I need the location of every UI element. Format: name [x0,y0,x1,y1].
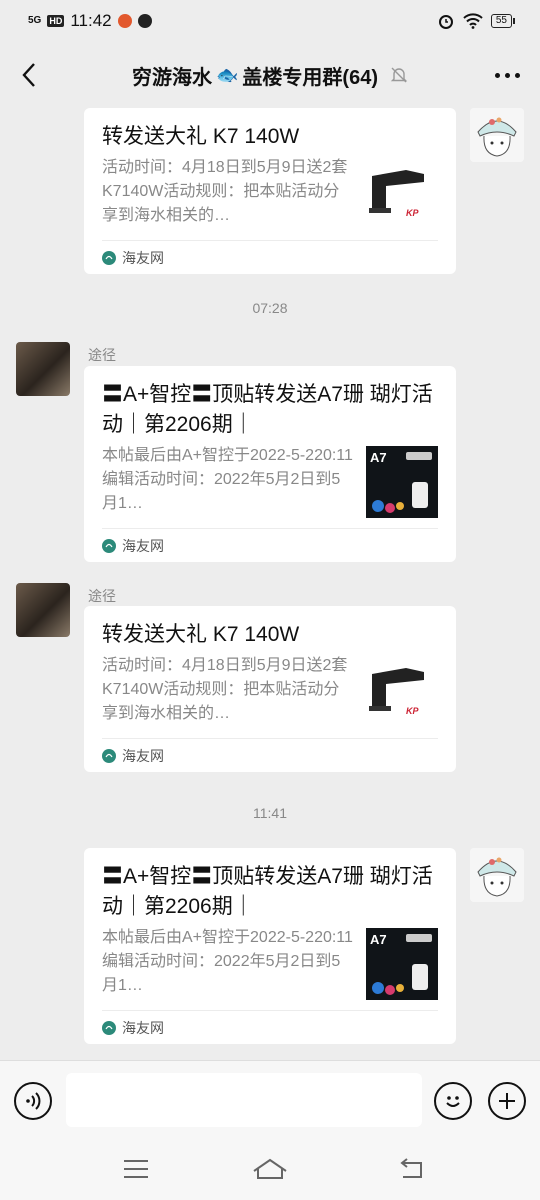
link-card-source: 海友网 [102,1010,438,1044]
back-arrow-icon [400,1158,422,1178]
source-logo-icon [102,1020,116,1035]
link-card[interactable]: 转发送大礼 K7 140W 活动时间：4月18日到5月9日送2套K7140W活动… [84,108,456,274]
thumb-brand-text: KP [406,208,419,218]
link-card-description: 本帖最后由A+智控于2022-5-220:11编辑活动时间：2022年5月2日到… [102,929,353,994]
battery-indicator: 55 [490,14,516,28]
chat-title: 穷游海水 🐟 盖楼专用群(64) [132,61,408,90]
thumb-brand-text: KP [406,706,419,716]
fish-emoji: 🐟 [216,64,239,85]
sender-avatar[interactable] [16,342,70,396]
more-dot [515,72,520,78]
system-nav-bar [0,1140,540,1200]
source-logo-icon [102,748,116,763]
chat-area[interactable]: 转发送大礼 K7 140W 活动时间：4月18日到5月9日送2套K7140W活动… [0,108,540,1060]
sender-name: 途径 [88,347,116,363]
aquarium-light-image: KP [366,158,438,230]
status-time: 11:42 [70,11,112,30]
link-card-source: 海友网 [102,240,438,274]
plus-icon [499,1093,515,1109]
link-card-source: 海友网 [102,528,438,562]
link-card-thumbnail: KP [366,158,438,230]
home-button[interactable] [250,1154,290,1184]
source-logo-icon [102,538,116,553]
source-name: 海友网 [122,1019,164,1036]
voice-input-button[interactable] [14,1082,52,1120]
thumb-a7-text: A7 [370,932,387,947]
hd-badge: HD [47,15,65,27]
wifi-icon [463,13,483,29]
source-logo-icon [102,250,116,265]
app-notification-icon [117,14,132,28]
mute-bell-icon [390,66,408,84]
more-functions-button[interactable] [488,1082,526,1120]
link-card-thumbnail: A7 [366,446,438,518]
more-dot [505,72,510,78]
signal-indicator: 5G [28,15,42,26]
self-avatar[interactable] [470,108,524,162]
link-card-title: 〓A+智控〓顶贴转发送A7珊 瑚灯活动｜第2206期｜ [102,865,433,918]
link-card-title: 〓A+智控〓顶贴转发送A7珊 瑚灯活动｜第2206期｜ [102,383,433,436]
more-options-button[interactable] [495,62,520,88]
back-button[interactable] [14,58,44,92]
back-nav-button[interactable] [392,1154,432,1184]
recent-apps-button[interactable] [116,1154,156,1184]
timestamp: 11:41 [253,805,287,821]
link-card-thumbnail: KP [366,656,438,728]
source-name: 海友网 [122,537,164,554]
media-notification-icon [137,14,152,28]
a7-light-poster-image: A7 [366,446,438,518]
thumb-a7-text: A7 [370,450,387,465]
link-card-title: 转发送大礼 K7 140W [102,623,300,646]
link-card-description: 活动时间：4月18日到5月9日送2套K7140W活动规则：把本贴活动分享到海水相… [102,159,348,224]
chat-title-text: 穷游海水 [132,66,212,89]
link-card-description: 本帖最后由A+智控于2022-5-220:11编辑活动时间：2022年5月2日到… [102,447,353,512]
self-avatar[interactable] [470,848,524,902]
sender-avatar[interactable] [16,583,70,637]
cartoon-avatar-image [470,108,524,162]
link-card[interactable]: 〓A+智控〓顶贴转发送A7珊 瑚灯活动｜第2206期｜ 本帖最后由A+智控于20… [84,848,456,1044]
source-name: 海友网 [122,249,164,266]
voice-icon [26,1092,41,1110]
link-card-description: 活动时间：4月18日到5月9日送2套K7140W活动规则：把本贴活动分享到海水相… [102,657,348,722]
status-bar: 5G HD 11:42 55 [0,0,540,42]
chevron-left-icon [22,63,35,87]
link-card[interactable]: 〓A+智控〓顶贴转发送A7珊 瑚灯活动｜第2206期｜ 本帖最后由A+智控于20… [84,366,456,562]
aquarium-light-image: KP [366,656,438,728]
message-text-input[interactable] [66,1073,422,1127]
link-card-thumbnail: A7 [366,928,438,1000]
link-card-title: 转发送大礼 K7 140W [102,125,300,148]
menu-icon [124,1160,148,1178]
more-dot [495,72,500,78]
chat-header: 穷游海水 🐟 盖楼专用群(64) [0,42,540,108]
link-card[interactable]: 转发送大礼 K7 140W 活动时间：4月18日到5月9日送2套K7140W活动… [84,606,456,772]
home-icon [253,1158,287,1179]
a7-light-poster-image: A7 [366,928,438,1000]
source-name: 海友网 [122,747,164,764]
chat-title-suffix: 盖楼专用群(64) [242,66,378,89]
alarm-icon [438,15,453,29]
cartoon-avatar-image [470,848,524,902]
message-input-bar [0,1060,540,1140]
emoji-button[interactable] [434,1082,472,1120]
sender-name: 途径 [88,588,116,604]
timestamp: 07:28 [252,300,288,316]
smiley-icon [446,1096,460,1107]
link-card-source: 海友网 [102,738,438,772]
